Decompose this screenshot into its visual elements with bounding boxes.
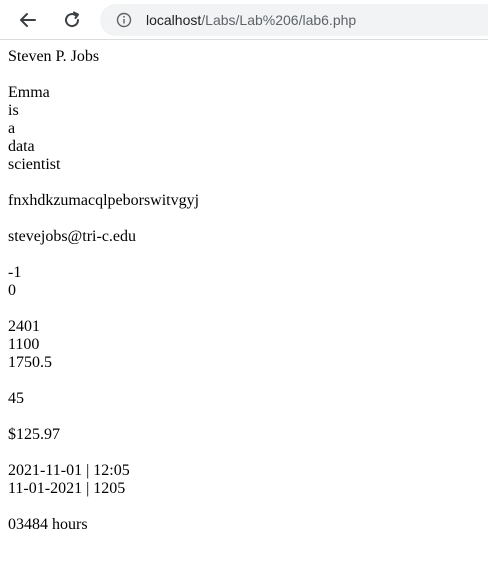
- numbers-block: 2401 1100 1750.5: [8, 318, 488, 372]
- sentence-word: a: [8, 120, 16, 137]
- url-host: localhost: [146, 12, 202, 28]
- name-line: Steven P. Jobs: [8, 48, 100, 65]
- hours-line: 03484 hours: [8, 516, 88, 533]
- info-icon[interactable]: [116, 12, 132, 28]
- compare-result: -1: [8, 264, 22, 281]
- browser-toolbar: localhost/Labs/Lab%206/lab6.php: [0, 0, 488, 40]
- compare-block: -1 0: [8, 264, 488, 300]
- reload-button[interactable]: [58, 6, 86, 34]
- price-line: $125.97: [8, 426, 60, 443]
- arrow-left-icon: [20, 13, 36, 27]
- reload-icon: [65, 11, 80, 28]
- address-bar[interactable]: localhost/Labs/Lab%206/lab6.php: [100, 4, 488, 36]
- sentence-block: Emma is a data scientist: [8, 84, 488, 174]
- single-number: 45: [8, 390, 24, 407]
- sentence-word: Emma: [8, 84, 50, 101]
- random-string: fnxhdkzumacqlpeborswitvgyj: [8, 192, 200, 209]
- back-button[interactable]: [14, 6, 42, 34]
- compare-result: 0: [8, 282, 16, 299]
- dates-block: 2021-11-01 | 12:05 11-01-2021 | 1205: [8, 462, 488, 498]
- sentence-word: data: [8, 138, 35, 155]
- number-value: 1100: [8, 336, 40, 353]
- email-line: stevejobs@tri-c.edu: [8, 228, 137, 245]
- sentence-word: scientist: [8, 156, 61, 173]
- sentence-word: is: [8, 102, 19, 119]
- url-text[interactable]: localhost/Labs/Lab%206/lab6.php: [146, 12, 356, 28]
- number-value: 1750.5: [8, 354, 52, 371]
- date-line: 11-01-2021 | 1205: [8, 480, 126, 497]
- page-content: Steven P. Jobs Emma is a data scientist …: [0, 40, 488, 534]
- date-line: 2021-11-01 | 12:05: [8, 462, 130, 479]
- url-path: /Labs/Lab%206/lab6.php: [201, 12, 357, 28]
- number-value: 2401: [8, 318, 40, 335]
